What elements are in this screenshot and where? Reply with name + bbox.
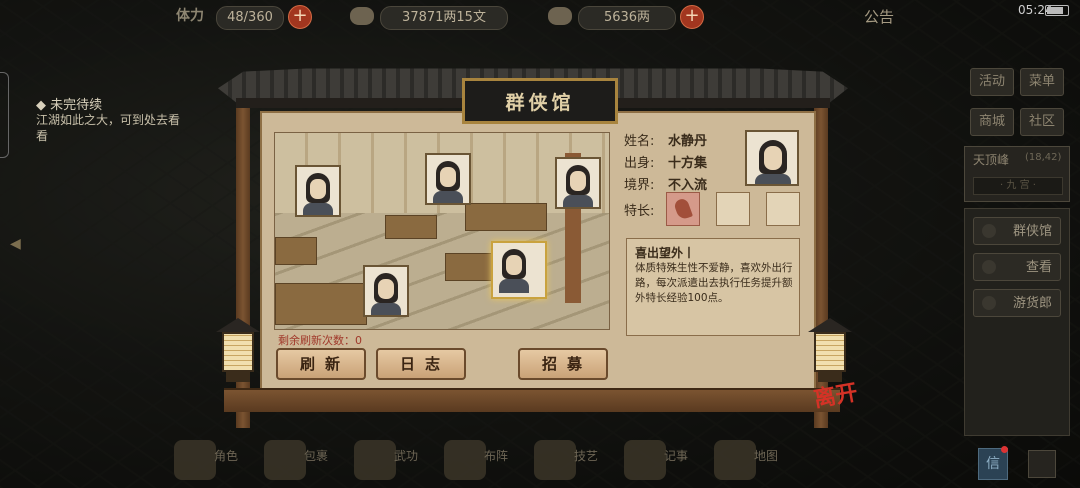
nav-formation[interactable]: 布阵 xyxy=(440,436,520,486)
refresh-button[interactable]: 刷新 xyxy=(276,348,366,380)
nav-label: 记事 xyxy=(664,449,689,463)
origin-value: 十方集 xyxy=(668,156,708,171)
scene-table xyxy=(275,283,367,325)
stamina-value: 48/360 xyxy=(216,6,284,30)
gold-value: 5636两 xyxy=(578,6,676,30)
bird-icon xyxy=(673,197,693,221)
scene-table xyxy=(275,237,317,265)
realm-label: 境界: xyxy=(624,178,655,193)
log-button[interactable]: 日志 xyxy=(376,348,466,380)
specialty-slot[interactable] xyxy=(716,192,750,226)
top-resource-bar: 体力 48/360 + 37871两15文 5636两 + 公告 05:24 xyxy=(0,0,1080,34)
money-icon xyxy=(350,7,374,25)
recruit-portrait[interactable] xyxy=(363,265,409,317)
nav-label: 武功 xyxy=(394,449,419,463)
name-value: 水静丹 xyxy=(668,134,708,149)
map-icon xyxy=(714,440,756,480)
side-item-view[interactable]: 查看 xyxy=(973,253,1061,281)
specialty-desc-box: 喜出望外丨 体质特殊生性不爱静，喜欢外出行路，每次派遣出去执行任务提升额外特长经… xyxy=(626,238,800,336)
recruit-button[interactable]: 招募 xyxy=(518,348,608,380)
money-value: 37871两15文 xyxy=(380,6,508,30)
side-item-peddler[interactable]: 游货郎 xyxy=(973,289,1061,317)
gold-ingot-icon xyxy=(548,7,572,25)
view-icon xyxy=(982,260,996,274)
add-gold-button[interactable]: + xyxy=(680,5,704,29)
nav-label: 地图 xyxy=(754,449,779,463)
menu-button[interactable]: 菜单 xyxy=(1020,68,1064,96)
nav-label: 包裹 xyxy=(304,449,329,463)
notice-button[interactable]: 公告 xyxy=(864,6,894,27)
quest-desc[interactable]: 江湖如此之大，可到处去看看 xyxy=(36,112,186,144)
name-label: 姓名: xyxy=(624,134,655,149)
skill-icon xyxy=(534,440,576,480)
mail-notification-dot xyxy=(1001,446,1008,453)
side-item-label: 查看 xyxy=(1025,260,1052,275)
scene-table xyxy=(465,203,547,231)
bag-icon xyxy=(264,440,306,480)
quest-title[interactable]: ◆ 未完待续 xyxy=(36,94,102,113)
stamina-label: 体力 xyxy=(176,8,204,24)
tavern-scene xyxy=(274,132,610,330)
realm-value: 不入流 xyxy=(668,178,708,193)
origin-row: 出身: 十方集 xyxy=(624,152,707,171)
specialty-label: 特长: xyxy=(624,204,655,219)
battery-icon xyxy=(1045,5,1069,16)
peddler-icon xyxy=(982,296,996,310)
hall-dialog: 群侠馆 姓名: 水静丹 出身: 十方集 境界: 不入流 特长: 喜出望外丨 体质特殊生… xyxy=(200,56,864,428)
leave-button[interactable]: 离开 xyxy=(811,374,861,421)
journal-icon xyxy=(624,440,666,480)
extra-button[interactable] xyxy=(1028,450,1056,478)
shop-button[interactable]: 商城 xyxy=(970,108,1014,136)
side-item-label: 群侠馆 xyxy=(1012,224,1052,239)
map-strip: · 九 宫 · xyxy=(973,177,1063,195)
side-action-panel: 群侠馆 查看 游货郎 xyxy=(964,208,1070,436)
title-signboard: 群侠馆 xyxy=(462,78,618,124)
recruit-portrait[interactable] xyxy=(425,153,471,205)
left-arrow-icon[interactable]: ◀ xyxy=(10,236,21,252)
nav-character[interactable]: 角色 xyxy=(170,436,250,486)
activity-button[interactable]: 活动 xyxy=(970,68,1014,96)
nav-journal[interactable]: 记事 xyxy=(620,436,700,486)
location-coords: (18,42) xyxy=(1025,152,1062,163)
specialty-slot[interactable] xyxy=(766,192,800,226)
recruit-portrait-selected[interactable] xyxy=(491,241,547,299)
add-stamina-button[interactable]: + xyxy=(288,5,312,29)
left-collapse-tab[interactable] xyxy=(0,72,9,158)
nav-label: 布阵 xyxy=(484,449,509,463)
specialty-slot[interactable] xyxy=(666,192,700,226)
realm-row: 境界: 不入流 xyxy=(624,174,707,193)
nav-map[interactable]: 地图 xyxy=(710,436,790,486)
specialty-title: 喜出望外丨 xyxy=(635,246,696,260)
martial-icon xyxy=(354,440,396,480)
nav-martial[interactable]: 武功 xyxy=(350,436,430,486)
origin-label: 出身: xyxy=(624,156,655,171)
lantern-left xyxy=(216,318,260,390)
formation-icon xyxy=(444,440,486,480)
recruit-portrait[interactable] xyxy=(555,157,601,209)
minimap[interactable]: 天顶峰 (18,42) · 九 宫 · xyxy=(964,146,1070,202)
name-row: 姓名: 水静丹 xyxy=(624,130,707,149)
nav-bag[interactable]: 包裹 xyxy=(260,436,340,486)
bottom-nav: 角色 包裹 武功 布阵 技艺 记事 地图 xyxy=(160,436,840,486)
refresh-count: 剩余刷新次数：0 xyxy=(278,334,362,347)
location-name: 天顶峰 xyxy=(973,153,1010,167)
recruit-portrait[interactable] xyxy=(295,165,341,217)
character-icon xyxy=(174,440,216,480)
community-button[interactable]: 社区 xyxy=(1020,108,1064,136)
nav-label: 技艺 xyxy=(574,449,599,463)
hall-icon xyxy=(982,224,996,238)
scene-table xyxy=(385,215,437,239)
dialog-title: 群侠馆 xyxy=(505,92,575,114)
nav-skill[interactable]: 技艺 xyxy=(530,436,610,486)
side-item-hall[interactable]: 群侠馆 xyxy=(973,217,1061,245)
specialty-desc: 体质特殊生性不爱静，喜欢外出行路，每次派遣出去执行任务提升额外特长经验100点。 xyxy=(635,262,793,304)
bottom-beam xyxy=(224,388,840,412)
nav-label: 角色 xyxy=(214,449,239,463)
side-item-label: 游货郎 xyxy=(1012,296,1052,311)
selected-portrait xyxy=(745,130,799,186)
